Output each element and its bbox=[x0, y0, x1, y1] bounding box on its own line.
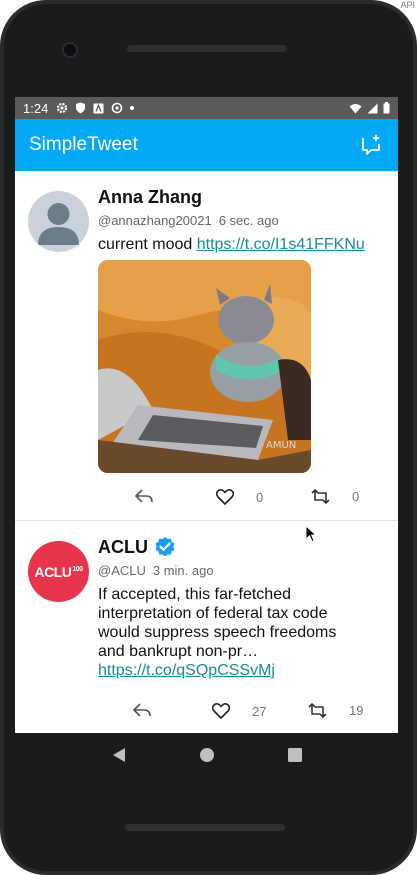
retweet-count: 0 bbox=[352, 489, 360, 504]
app-bar: SimpleTweet bbox=[15, 119, 398, 171]
reply-icon bbox=[133, 703, 151, 717]
app-title: SimpleTweet bbox=[29, 134, 138, 155]
status-bar: 1:24 bbox=[15, 97, 398, 119]
screen: 1:24 SimpleTweet Anna Zhang @annazhang20… bbox=[15, 97, 398, 773]
like-button[interactable]: 0 bbox=[216, 489, 263, 505]
like-count: 27 bbox=[252, 703, 267, 719]
retweet-icon bbox=[311, 489, 330, 504]
like-button[interactable]: 27 bbox=[212, 703, 266, 719]
verified-badge-icon bbox=[155, 537, 175, 557]
system-nav-bar bbox=[15, 733, 398, 777]
corner-label: API bbox=[400, 0, 415, 10]
reply-icon bbox=[135, 489, 153, 503]
retweet-button[interactable]: 19 bbox=[308, 703, 363, 718]
tweet-item[interactable]: ACLU100 ACLU @ACLU 3 min. ago If accepte… bbox=[15, 521, 398, 733]
tweet-link[interactable]: https://t.co/qSQpCSSvMj bbox=[98, 661, 348, 680]
cat-typing-image: AMUN bbox=[98, 260, 311, 473]
aclu-logo: ACLU100 bbox=[34, 563, 83, 580]
front-camera bbox=[62, 42, 78, 58]
user-name: ACLU bbox=[98, 536, 148, 557]
compose-button[interactable] bbox=[358, 132, 384, 158]
reply-button[interactable] bbox=[133, 703, 151, 717]
earpiece-speaker bbox=[127, 45, 287, 52]
retweet-count: 19 bbox=[349, 703, 364, 718]
tweet-item[interactable]: Anna Zhang @annazhang20021 6 sec. ago cu… bbox=[15, 171, 398, 521]
bottom-speaker bbox=[125, 824, 285, 831]
font-icon bbox=[93, 103, 104, 113]
mouse-cursor-icon bbox=[305, 525, 317, 543]
heart-icon bbox=[212, 703, 230, 719]
image-watermark: AMUN bbox=[266, 440, 296, 451]
recents-icon[interactable] bbox=[287, 748, 302, 762]
tweet-body: If accepted, this far-fetched interpreta… bbox=[98, 585, 348, 680]
battery-icon bbox=[383, 102, 390, 114]
user-handle: @ACLU bbox=[98, 563, 146, 578]
retweet-button[interactable]: 0 bbox=[311, 489, 359, 504]
back-icon[interactable] bbox=[112, 747, 126, 763]
tweet-body: current mood https://t.co/I1s41FFKNu bbox=[98, 235, 390, 254]
tweet-text: current mood bbox=[98, 236, 193, 253]
heart-icon bbox=[216, 489, 234, 505]
no-sync-icon bbox=[112, 102, 123, 114]
timestamp: 6 sec. ago bbox=[218, 213, 279, 228]
shield-icon bbox=[76, 102, 86, 114]
wifi-icon bbox=[349, 103, 362, 113]
signal-icon bbox=[367, 103, 378, 113]
avatar[interactable]: ACLU100 bbox=[28, 541, 89, 602]
notification-dot bbox=[130, 106, 135, 110]
settings-icon bbox=[57, 102, 68, 114]
status-time: 1:24 bbox=[23, 100, 49, 116]
tweet-text: If accepted, this far-fetched interpreta… bbox=[98, 586, 337, 660]
tweet-media-image[interactable]: AMUN bbox=[98, 260, 311, 473]
tweet-link[interactable]: https://t.co/I1s41FFKNu bbox=[197, 236, 365, 253]
home-icon[interactable] bbox=[199, 747, 215, 763]
retweet-icon bbox=[308, 703, 327, 718]
timestamp: 3 min. ago bbox=[152, 563, 214, 578]
default-avatar-icon bbox=[38, 203, 79, 245]
reply-button[interactable] bbox=[135, 489, 153, 503]
avatar[interactable] bbox=[28, 191, 89, 252]
like-count: 0 bbox=[256, 489, 264, 505]
user-name: Anna Zhang bbox=[98, 187, 202, 207]
user-handle: @annazhang20021 bbox=[98, 213, 212, 228]
compose-icon bbox=[362, 135, 380, 155]
